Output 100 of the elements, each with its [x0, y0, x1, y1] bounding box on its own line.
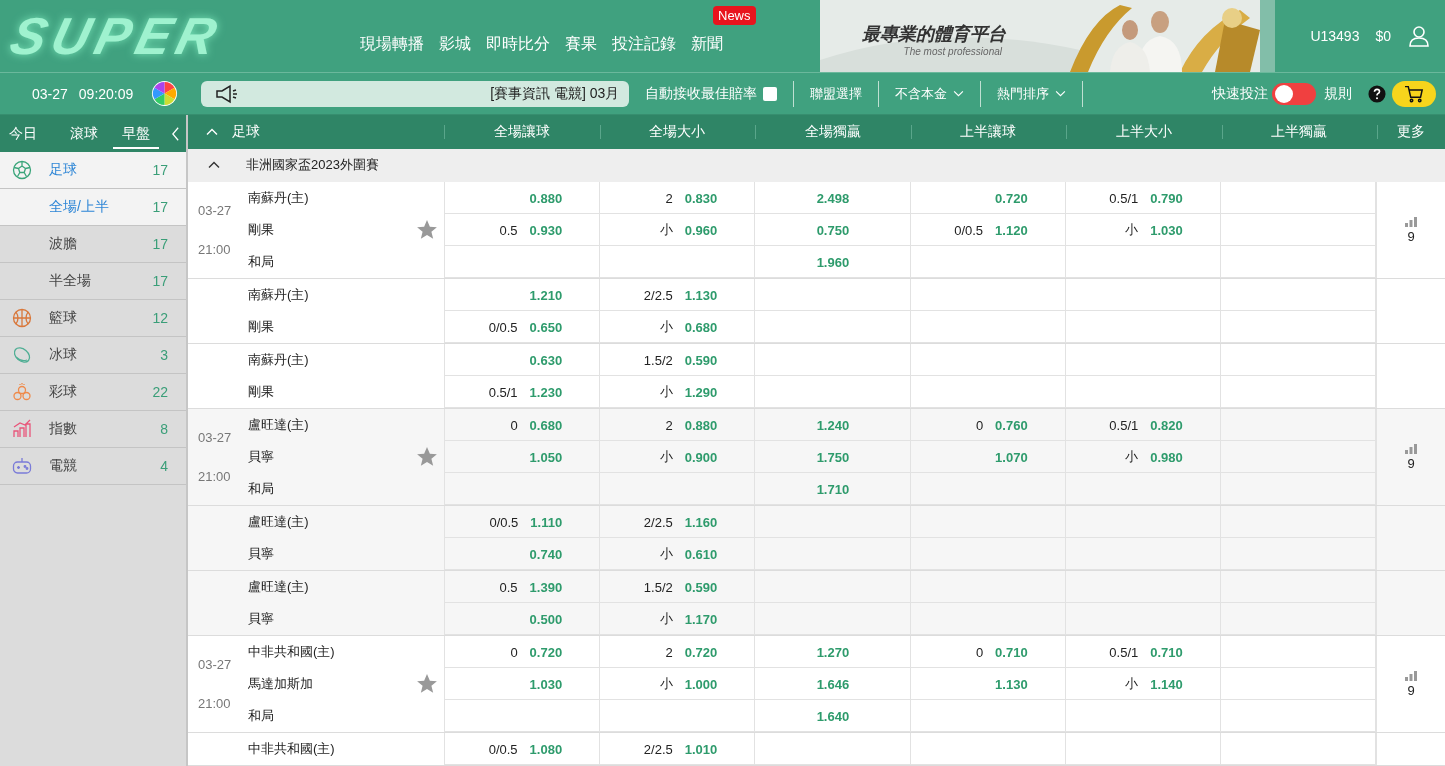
stats-icon[interactable] [1405, 216, 1417, 227]
odds-value[interactable]: 0.650 [529, 319, 563, 335]
odds-value[interactable]: 0.710 [995, 644, 1028, 660]
stats-icon[interactable] [1405, 670, 1417, 681]
stats-icon[interactable] [1405, 443, 1417, 454]
market-item[interactable]: 半全場 17 [0, 263, 186, 300]
sport-item[interactable]: 彩球 22 [0, 374, 186, 411]
clock-text: 09:20:09 [78, 85, 134, 102]
sidebar-tab[interactable]: 滾球 [61, 118, 107, 149]
odds-value[interactable]: 0.820 [1150, 417, 1183, 433]
odds-value[interactable]: 0.880 [684, 417, 718, 433]
odds-value[interactable]: 1.000 [684, 676, 718, 692]
odds-value[interactable]: 0.720 [529, 644, 563, 660]
sport-item[interactable]: 電競 4 [0, 448, 186, 485]
nav-link[interactable]: 影城 [439, 34, 471, 55]
sport-item[interactable]: 冰球 3 [0, 337, 186, 374]
odds-value[interactable]: 1.070 [995, 449, 1028, 465]
odds-value[interactable]: 0.610 [684, 546, 718, 562]
odds-value[interactable]: 1.170 [684, 611, 718, 627]
user-icon[interactable] [1407, 24, 1431, 48]
odds-value[interactable]: 0.750 [816, 222, 850, 238]
odds-value[interactable]: 0.590 [684, 352, 718, 368]
odds-value[interactable]: 0.740 [529, 546, 563, 562]
odds-value[interactable]: 0.790 [1150, 190, 1183, 206]
odds-value[interactable]: 0.680 [684, 319, 718, 335]
odds-value[interactable]: 1.230 [529, 384, 563, 400]
odds-value[interactable]: 0.900 [684, 449, 718, 465]
odds-value[interactable]: 0.980 [1150, 449, 1183, 465]
sport-item[interactable]: 足球 17 [0, 152, 186, 189]
logo[interactable]: SUPER [3, 0, 311, 72]
odds-value[interactable]: 0.630 [529, 352, 563, 368]
more-count[interactable]: 9 [1407, 682, 1415, 698]
star-icon[interactable] [416, 219, 438, 241]
odds-value[interactable]: 1.640 [816, 708, 850, 724]
odds-value[interactable]: 0.830 [684, 190, 718, 206]
help-icon[interactable] [1368, 84, 1386, 103]
odds-value[interactable]: 1.130 [995, 676, 1028, 692]
auto-accept-checkbox[interactable]: 自動接收最佳賠率 [645, 84, 778, 103]
more-count[interactable]: 9 [1407, 455, 1415, 471]
column-header: 上半獨贏 [1271, 122, 1328, 141]
odds-value[interactable]: 1.390 [529, 579, 563, 595]
rules-link[interactable]: 規則 [1324, 84, 1352, 103]
odds-value[interactable]: 0.710 [1150, 644, 1183, 660]
odds-value[interactable]: 0.720 [684, 644, 718, 660]
odds-value[interactable]: 0.760 [995, 417, 1028, 433]
filter-button[interactable]: 聯盟選擇 [810, 84, 863, 103]
odds-value[interactable]: 1.050 [529, 449, 563, 465]
color-wheel-icon[interactable] [151, 80, 179, 107]
odds-value[interactable]: 1.140 [1150, 676, 1183, 692]
nav-link[interactable]: 投注記錄 [612, 34, 676, 55]
odds-value[interactable]: 1.030 [1150, 222, 1183, 238]
star-icon[interactable] [416, 446, 438, 468]
odds-value[interactable]: 1.030 [529, 676, 563, 692]
handicap-line: 0.5/1 [1109, 190, 1139, 206]
market-item[interactable]: 全場/上半 17 [0, 189, 186, 226]
nav-link[interactable]: 賽果 [565, 34, 597, 55]
sport-item[interactable]: 指數 8 [0, 411, 186, 448]
odds-value[interactable]: 1.120 [995, 222, 1028, 238]
collapse-icon[interactable] [171, 125, 180, 142]
odds-value[interactable]: 1.010 [684, 741, 718, 757]
more-header: 更多 [1397, 122, 1425, 141]
team-name: 盧旺達(主) [248, 513, 309, 531]
odds-value[interactable]: 1.290 [684, 384, 718, 400]
odds-value[interactable]: 1.710 [816, 481, 850, 497]
odds-value[interactable]: 1.270 [816, 644, 850, 660]
odds-value[interactable]: 1.240 [816, 417, 850, 433]
filter-dropdown[interactable]: 熱門排序 [997, 84, 1067, 103]
nav-link[interactable]: 即時比分 [486, 34, 550, 55]
odds-value[interactable]: 1.160 [684, 514, 718, 530]
nav-link[interactable]: 現場轉播 [360, 34, 424, 55]
odds-value[interactable]: 1.960 [816, 254, 850, 270]
odds-value[interactable]: 0.880 [529, 190, 563, 206]
cart-button[interactable] [1392, 80, 1436, 107]
sport-item[interactable]: 籃球 12 [0, 300, 186, 337]
handicap-line: 0.5 [499, 222, 518, 238]
odds-value[interactable]: 1.750 [816, 449, 850, 465]
odds-value[interactable]: 0.500 [529, 611, 563, 627]
odds-value[interactable]: 1.110 [530, 514, 563, 530]
odds-value[interactable]: 1.210 [529, 287, 563, 303]
market-item[interactable]: 波膽 17 [0, 226, 186, 263]
odds-value[interactable]: 1.080 [529, 741, 563, 757]
star-icon[interactable] [416, 673, 438, 695]
odds-value[interactable]: 0.680 [529, 417, 563, 433]
column-header: 全場獨贏 [804, 122, 861, 141]
odds-value[interactable]: 0.590 [684, 579, 718, 595]
caret-icon[interactable] [208, 161, 220, 170]
nav-link[interactable]: 新聞 [691, 34, 723, 55]
sidebar-tab[interactable]: 今日 [9, 118, 46, 149]
filter-dropdown[interactable]: 不含本金 [895, 84, 965, 103]
sidebar-tab[interactable]: 早盤 [113, 118, 159, 149]
odds-value[interactable]: 0.930 [529, 222, 563, 238]
balance: $0 [1375, 28, 1391, 44]
league-header[interactable]: 非洲國家盃2023外圍賽 [188, 148, 1445, 182]
quick-bet-toggle[interactable] [1272, 82, 1316, 105]
odds-value[interactable]: 1.130 [684, 287, 718, 303]
odds-value[interactable]: 1.646 [816, 676, 850, 692]
odds-value[interactable]: 0.960 [684, 222, 718, 238]
more-count[interactable]: 9 [1407, 228, 1415, 244]
odds-value[interactable]: 2.498 [816, 190, 850, 206]
odds-value[interactable]: 0.720 [995, 190, 1028, 206]
